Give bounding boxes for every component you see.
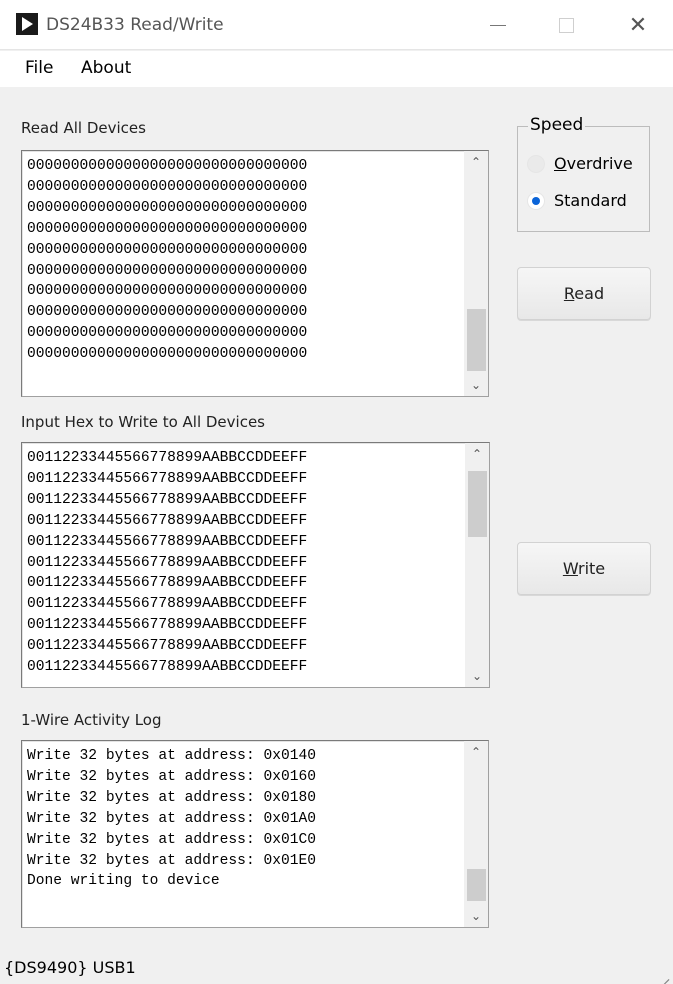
text-line: 00000000000000000000000000000000 xyxy=(27,325,308,342)
scroll-down-icon[interactable]: ⌄ xyxy=(465,665,489,687)
menu-about[interactable]: About xyxy=(81,58,131,78)
resize-grip-icon[interactable] xyxy=(653,964,670,984)
text-line: 00112233445566778899AABBCCDDEEFF xyxy=(27,512,308,529)
text-line: 00112233445566778899AABBCCDDEEFF xyxy=(27,491,308,508)
title-bar: DS24B33 Read/Write ✕ xyxy=(0,0,673,50)
text-line: 00112233445566778899AABBCCDDEEFF xyxy=(27,596,308,613)
text-line: 00000000000000000000000000000000 xyxy=(27,199,308,216)
standard-radio-option[interactable]: Standard xyxy=(527,191,627,210)
activity-log-lines: Write 32 bytes at address: 0x0140 Write 3… xyxy=(27,746,460,892)
status-adapter: {DS9490} USB1 xyxy=(4,958,136,977)
speed-groupbox: Speed Overdrive Standard xyxy=(517,115,650,232)
overdrive-radio-option[interactable]: Overdrive xyxy=(527,154,633,173)
text-line: 00112233445566778899AABBCCDDEEFF xyxy=(27,575,308,592)
read-output-textbox[interactable]: 00000000000000000000000000000000 00000000… xyxy=(21,150,489,397)
write-button[interactable]: Write xyxy=(517,542,651,595)
scroll-down-icon[interactable]: ⌄ xyxy=(464,374,488,396)
menu-file[interactable]: File xyxy=(25,58,53,78)
overdrive-label: Overdrive xyxy=(554,154,633,173)
menu-bar: File About xyxy=(0,51,673,87)
maximize-button[interactable] xyxy=(532,0,600,50)
write-section-label: Input Hex to Write to All Devices xyxy=(21,413,265,431)
text-line: Write 32 bytes at address: 0x0160 xyxy=(27,768,317,785)
write-input-lines: 00112233445566778899AABBCCDDEEFF 00112233… xyxy=(27,448,461,678)
write-scrollbar[interactable]: ⌃ ⌄ xyxy=(465,443,489,687)
close-button[interactable]: ✕ xyxy=(604,0,672,50)
text-line: 00112233445566778899AABBCCDDEEFF xyxy=(27,533,308,550)
text-line: Write 32 bytes at address: 0x01C0 xyxy=(27,831,317,848)
read-scrollbar[interactable]: ⌃ ⌄ xyxy=(464,151,488,396)
text-line: 00000000000000000000000000000000 xyxy=(27,178,308,195)
text-line: 00000000000000000000000000000000 xyxy=(27,346,308,363)
minimize-button[interactable] xyxy=(464,0,532,50)
scroll-down-icon[interactable]: ⌄ xyxy=(464,905,488,927)
standard-radio[interactable] xyxy=(527,191,545,210)
text-line: 00112233445566778899AABBCCDDEEFF xyxy=(27,450,308,466)
scroll-thumb[interactable] xyxy=(467,869,486,901)
scroll-up-icon[interactable]: ⌃ xyxy=(464,151,488,173)
text-line: 00000000000000000000000000000000 xyxy=(27,158,308,174)
text-line: 00112233445566778899AABBCCDDEEFF xyxy=(27,470,308,487)
text-line: 00112233445566778899AABBCCDDEEFF xyxy=(27,554,308,571)
text-line: Done writing to device xyxy=(27,873,220,890)
standard-label: Standard xyxy=(554,191,627,210)
text-line: Write 32 bytes at address: 0x01A0 xyxy=(27,810,317,827)
overdrive-radio[interactable] xyxy=(527,154,545,173)
write-input-textbox[interactable]: 00112233445566778899AABBCCDDEEFF 00112233… xyxy=(21,442,490,688)
write-button-label: Write xyxy=(562,559,606,578)
text-line: Write 32 bytes at address: 0x01E0 xyxy=(27,852,317,869)
window-title: DS24B33 Read/Write xyxy=(46,15,224,35)
scroll-thumb[interactable] xyxy=(468,471,487,537)
text-line: 00000000000000000000000000000000 xyxy=(27,241,308,258)
scroll-up-icon[interactable]: ⌃ xyxy=(464,741,488,763)
text-line: 00000000000000000000000000000000 xyxy=(27,304,308,321)
text-line: 00112233445566778899AABBCCDDEEFF xyxy=(27,659,308,676)
scroll-up-icon[interactable]: ⌃ xyxy=(465,443,489,465)
read-button[interactable]: Read xyxy=(517,267,651,320)
speed-legend: Speed xyxy=(528,115,586,135)
text-line: 00000000000000000000000000000000 xyxy=(27,262,308,279)
log-scrollbar[interactable]: ⌃ ⌄ xyxy=(464,741,488,927)
text-line: 00000000000000000000000000000000 xyxy=(27,220,308,237)
log-section-label: 1-Wire Activity Log xyxy=(21,711,162,729)
activity-log-textbox[interactable]: Write 32 bytes at address: 0x0140 Write 3… xyxy=(21,740,489,928)
close-icon: ✕ xyxy=(628,12,648,38)
read-button-label: Read xyxy=(563,284,605,303)
read-output-lines: 00000000000000000000000000000000 00000000… xyxy=(27,156,460,365)
text-line: 00000000000000000000000000000000 xyxy=(27,283,308,300)
text-line: 00112233445566778899AABBCCDDEEFF xyxy=(27,638,308,655)
app-logo-icon xyxy=(16,13,38,35)
maximize-icon xyxy=(558,17,574,33)
read-section-label: Read All Devices xyxy=(21,119,146,137)
text-line: 00112233445566778899AABBCCDDEEFF xyxy=(27,617,308,634)
text-line: Write 32 bytes at address: 0x0140 xyxy=(27,748,317,764)
text-line: Write 32 bytes at address: 0x0180 xyxy=(27,789,317,806)
scroll-thumb[interactable] xyxy=(467,309,486,371)
minimize-icon xyxy=(490,24,506,26)
